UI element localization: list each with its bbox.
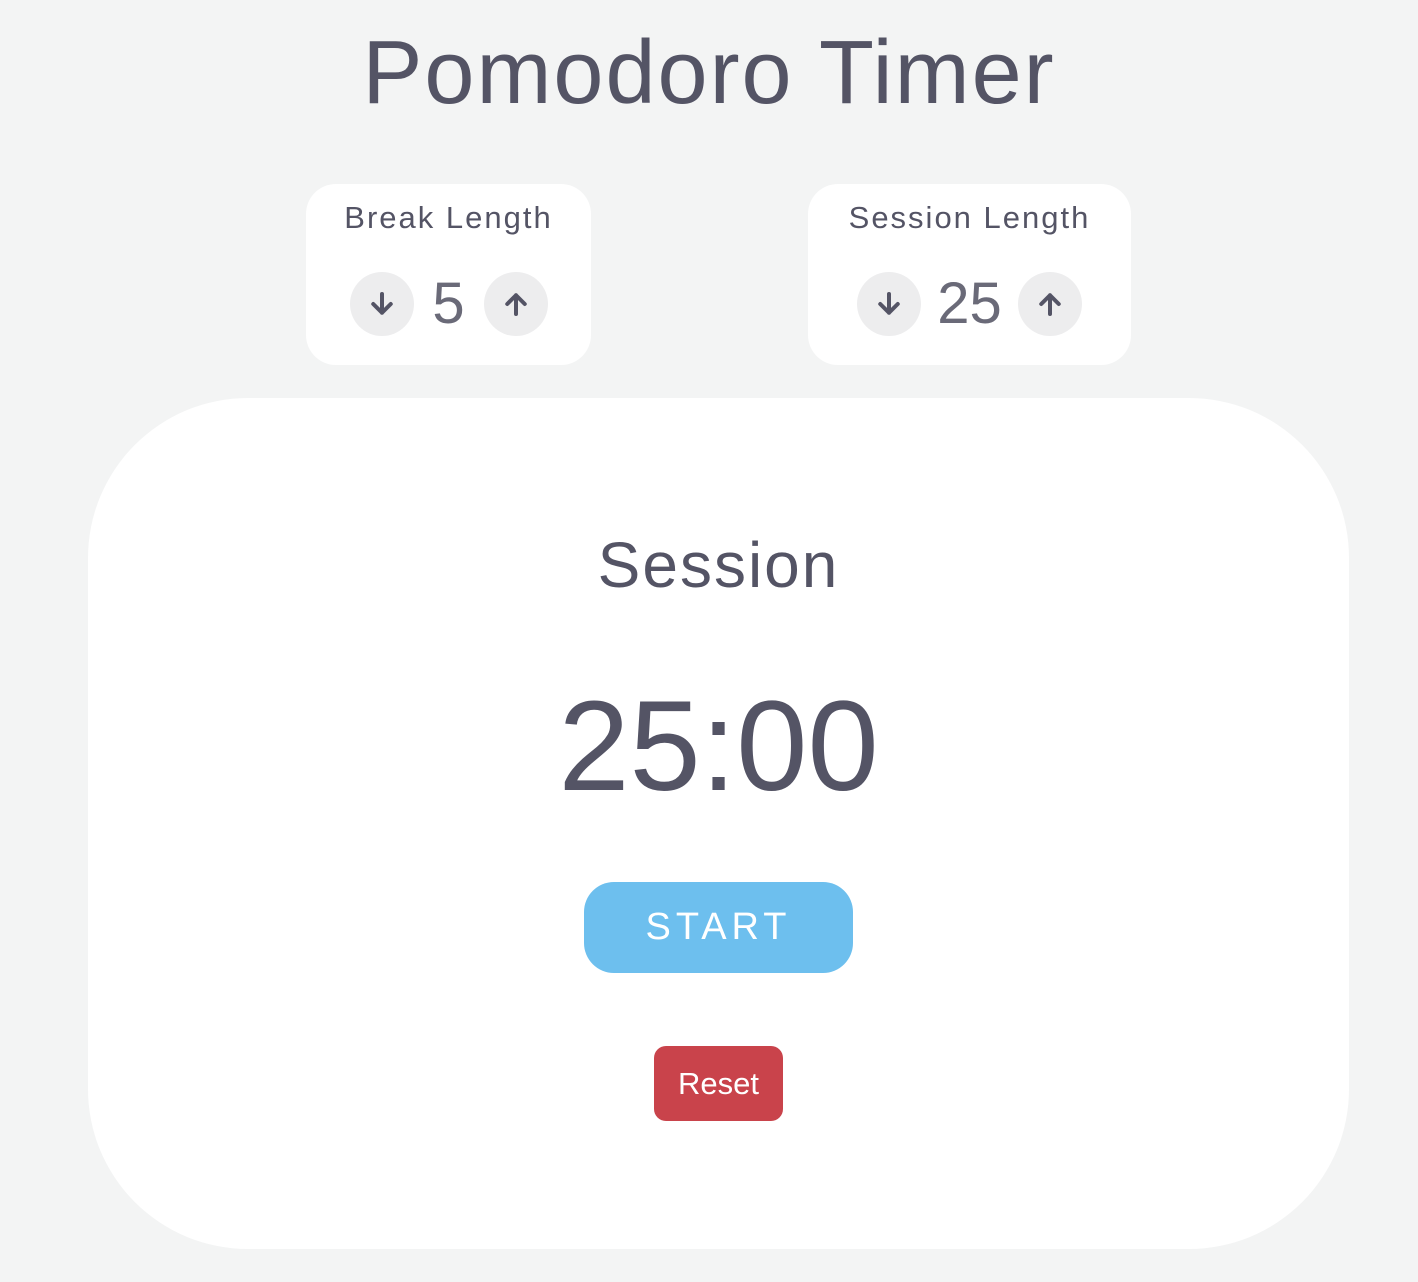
session-length-label: Session Length (848, 200, 1091, 235)
session-length-card: Session Length 25 (808, 184, 1131, 365)
reset-button[interactable]: Reset (654, 1046, 783, 1121)
arrow-up-icon (1039, 292, 1061, 316)
break-length-card: Break Length 5 (306, 184, 591, 365)
arrow-down-icon (370, 291, 393, 315)
break-length-value: 5 (432, 271, 465, 336)
break-length-label: Break Length (344, 200, 553, 235)
session-length-value: 25 (937, 271, 1002, 336)
session-increment-button[interactable] (1017, 271, 1082, 336)
break-increment-button[interactable] (483, 271, 548, 336)
timer-display: 25:00 (558, 675, 879, 818)
start-button[interactable]: START (584, 882, 853, 973)
session-decrement-button[interactable] (857, 271, 922, 336)
arrow-down-icon (878, 291, 900, 315)
timer-panel: Session 25:00 START Reset (88, 398, 1349, 1249)
break-decrement-button[interactable] (349, 271, 414, 336)
arrow-up-icon (504, 292, 527, 316)
page-title: Pomodoro Timer (362, 23, 1056, 123)
timer-mode-label: Session (597, 529, 840, 601)
